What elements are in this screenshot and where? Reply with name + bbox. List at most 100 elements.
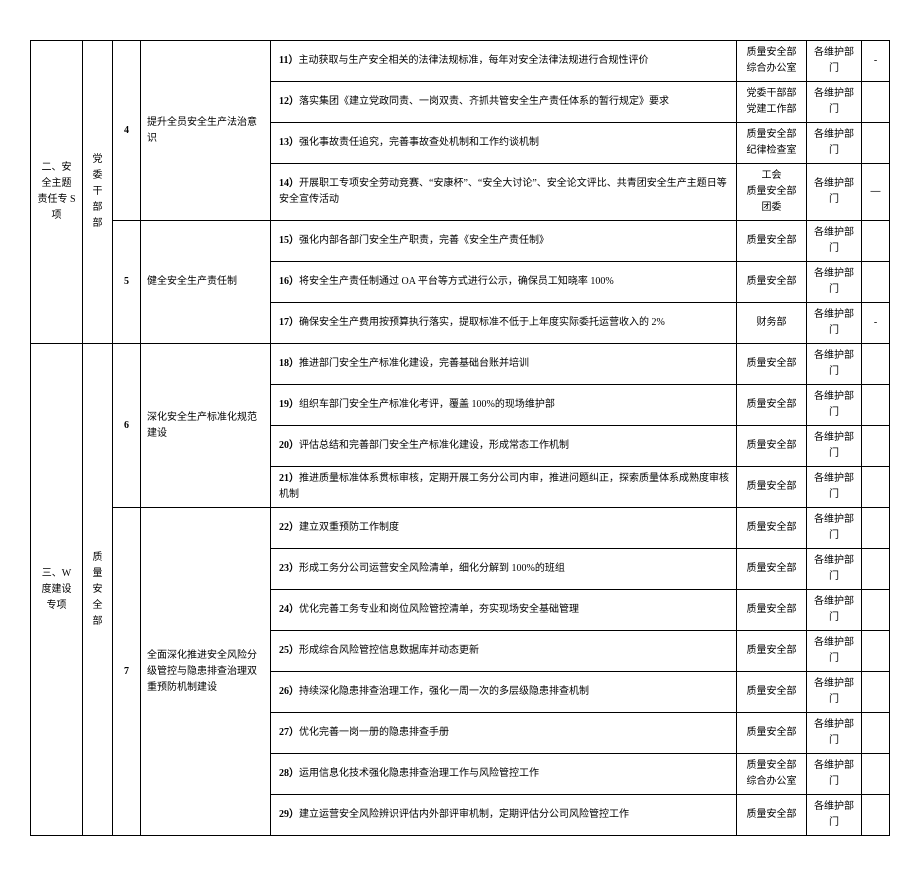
resp-cell: 质量安全部	[737, 385, 807, 426]
detail-cell: 21）推进质量标准体系贯标审核，定期开展工务分公司内审，推进问题纠正，探索质量体…	[271, 467, 737, 508]
row-text: 建立双重预防工作制度	[299, 522, 399, 533]
table-row: 二、安全主题责任专 S 项 党委干部部 4 提升全员安全生产法治意识 11）主动…	[31, 41, 890, 82]
detail-cell: 24）优化完善工务专业和岗位风险管控清单，夯实现场安全基础管理	[271, 590, 737, 631]
detail-cell: 29）建立运营安全风险辨识评估内外部评审机制，定期评估分公司风险管控工作	[271, 795, 737, 836]
resp-cell: 质量安全部	[737, 713, 807, 754]
row-text: 推进部门安全生产标准化建设，完善基础台账并培训	[299, 358, 529, 369]
group-num-6: 6	[113, 344, 141, 508]
row-num: 21）	[279, 473, 299, 484]
note-cell	[862, 467, 890, 508]
row-text: 持续深化隐患排查治理工作，强化一周一次的多层级隐患排查机制	[299, 686, 589, 697]
row-num: 15）	[279, 235, 299, 246]
coop-cell: 各维护部门	[807, 467, 862, 508]
detail-cell: 22）建立双重预防工作制度	[271, 508, 737, 549]
coop-cell: 各维护部门	[807, 303, 862, 344]
row-text: 将安全生产责任制通过 OA 平台等方式进行公示，确保员工知晓率 100%	[299, 276, 614, 287]
note-cell: —	[862, 164, 890, 221]
coop-cell: 各维护部门	[807, 549, 862, 590]
note-cell	[862, 262, 890, 303]
note-cell	[862, 713, 890, 754]
resp-cell: 质量安全部	[737, 262, 807, 303]
detail-cell: 16）将安全生产责任制通过 OA 平台等方式进行公示，确保员工知晓率 100%	[271, 262, 737, 303]
row-num: 12）	[279, 96, 299, 107]
note-cell: -	[862, 41, 890, 82]
note-cell	[862, 795, 890, 836]
row-num: 20）	[279, 440, 299, 451]
row-num: 24）	[279, 604, 299, 615]
resp-cell: 质量安全部	[737, 590, 807, 631]
detail-cell: 23）形成工务分公司运营安全风险清单，细化分解到 100%的班组	[271, 549, 737, 590]
resp-cell: 质量安全部综合办公室	[737, 754, 807, 795]
group-num-7: 7	[113, 508, 141, 836]
resp-cell: 质量安全部	[737, 549, 807, 590]
note-cell	[862, 344, 890, 385]
resp-cell: 质量安全部	[737, 344, 807, 385]
group-topic-4: 提升全员安全生产法治意识	[141, 41, 271, 221]
resp-cell: 质量安全部	[737, 631, 807, 672]
detail-cell: 17）确保安全生产费用按预算执行落实，提取标准不低于上年度实际委托运营收入的 2…	[271, 303, 737, 344]
detail-cell: 26）持续深化隐患排查治理工作，强化一周一次的多层级隐患排查机制	[271, 672, 737, 713]
row-text: 评估总结和完善部门安全生产标准化建设，形成常态工作机制	[299, 440, 569, 451]
note-cell	[862, 385, 890, 426]
table-row: 5 健全安全生产责任制 15）强化内部各部门安全生产职责，完善《安全生产责任制》…	[31, 221, 890, 262]
section-2-title: 二、安全主题责任专 S 项	[31, 41, 83, 344]
coop-cell: 各维护部门	[807, 672, 862, 713]
note-cell: -	[862, 303, 890, 344]
row-num: 27）	[279, 727, 299, 738]
group-topic-6: 深化安全生产标准化规范建设	[141, 344, 271, 508]
resp-cell: 质量安全部	[737, 221, 807, 262]
resp-cell: 党委干部部党建工作部	[737, 82, 807, 123]
coop-cell: 各维护部门	[807, 82, 862, 123]
row-num: 23）	[279, 563, 299, 574]
coop-cell: 各维护部门	[807, 426, 862, 467]
resp-cell: 财务部	[737, 303, 807, 344]
row-num: 28）	[279, 768, 299, 779]
detail-cell: 13）强化事故责任追究，完善事故查处机制和工作约谈机制	[271, 123, 737, 164]
row-num: 13）	[279, 137, 299, 148]
coop-cell: 各维护部门	[807, 795, 862, 836]
row-text: 形成工务分公司运营安全风险清单，细化分解到 100%的班组	[299, 563, 565, 574]
resp-cell: 质量安全部综合办公室	[737, 41, 807, 82]
row-text: 主动获取与生产安全相关的法律法规标准，每年对安全法律法规进行合规性评价	[298, 55, 648, 66]
resp-cell: 质量安全部	[737, 672, 807, 713]
note-cell	[862, 426, 890, 467]
coop-cell: 各维护部门	[807, 754, 862, 795]
coop-cell: 各维护部门	[807, 123, 862, 164]
coop-cell: 各维护部门	[807, 508, 862, 549]
resp-cell: 质量安全部	[737, 795, 807, 836]
row-num: 18）	[279, 358, 299, 369]
detail-cell: 14）开展职工专项安全劳动竞赛、“安康杯”、“安全大讨论”、安全论文评比、共青团…	[271, 164, 737, 221]
row-text: 强化事故责任追究，完善事故查处机制和工作约谈机制	[299, 137, 539, 148]
row-text: 优化完善工务专业和岗位风险管控清单，夯实现场安全基础管理	[299, 604, 579, 615]
coop-cell: 各维护部门	[807, 713, 862, 754]
detail-cell: 25）形成综合风险管控信息数据库并动态更新	[271, 631, 737, 672]
note-cell	[862, 123, 890, 164]
note-cell	[862, 549, 890, 590]
row-text: 开展职工专项安全劳动竞赛、“安康杯”、“安全大讨论”、安全论文评比、共青团安全生…	[279, 178, 727, 205]
note-cell	[862, 672, 890, 713]
table-row: 三、W 度建设专项 质量安全部 6 深化安全生产标准化规范建设 18）推进部门安…	[31, 344, 890, 385]
group-num-5: 5	[113, 221, 141, 344]
row-num: 26）	[279, 686, 299, 697]
detail-cell: 27）优化完善一岗一册的隐患排查手册	[271, 713, 737, 754]
group-topic-7: 全面深化推进安全风险分级管控与隐患排查治理双重预防机制建设	[141, 508, 271, 836]
note-cell	[862, 82, 890, 123]
group-topic-5: 健全安全生产责任制	[141, 221, 271, 344]
row-num: 14）	[279, 178, 299, 189]
note-cell	[862, 508, 890, 549]
row-text: 落实集团《建立党政同责、一岗双责、齐抓共管安全生产责任体系的暂行规定》要求	[299, 96, 669, 107]
resp-cell: 质量安全部	[737, 467, 807, 508]
group-num-4: 4	[113, 41, 141, 221]
note-cell	[862, 631, 890, 672]
coop-cell: 各维护部门	[807, 262, 862, 303]
section-2-dept: 党委干部部	[83, 41, 113, 344]
coop-cell: 各维护部门	[807, 344, 862, 385]
row-num: 16）	[279, 276, 299, 287]
table-row: 7 全面深化推进安全风险分级管控与隐患排查治理双重预防机制建设 22）建立双重预…	[31, 508, 890, 549]
detail-cell: 20）评估总结和完善部门安全生产标准化建设，形成常态工作机制	[271, 426, 737, 467]
detail-cell: 28）运用信息化技术强化隐患排查治理工作与风险管控工作	[271, 754, 737, 795]
section-3-dept: 质量安全部	[83, 344, 113, 836]
row-text: 推进质量标准体系贯标审核，定期开展工务分公司内审，推进问题纠正，探索质量体系成熟…	[279, 473, 729, 500]
row-num: 17）	[279, 317, 299, 328]
row-text: 确保安全生产费用按预算执行落实，提取标准不低于上年度实际委托运营收入的 2%	[299, 317, 665, 328]
